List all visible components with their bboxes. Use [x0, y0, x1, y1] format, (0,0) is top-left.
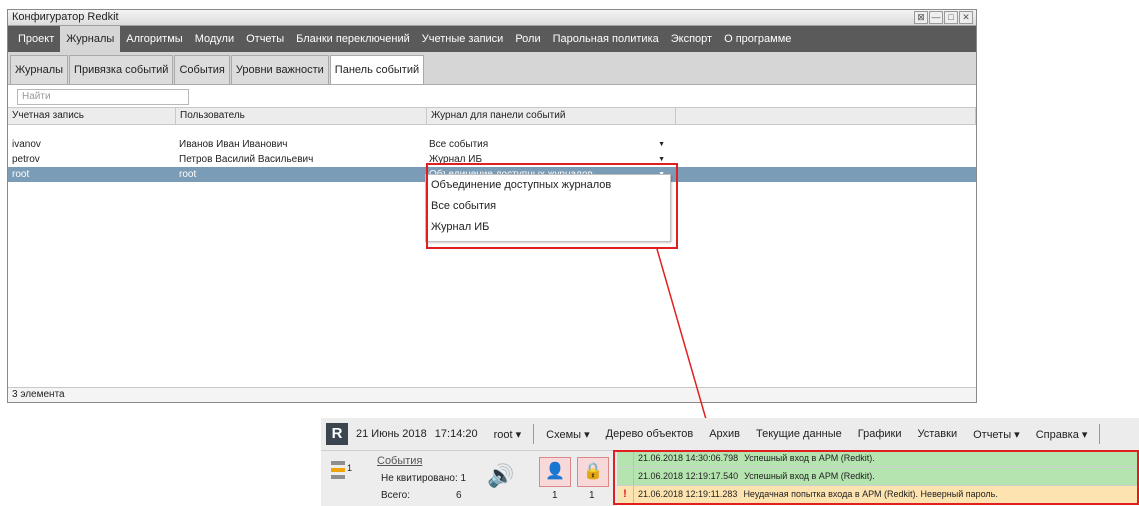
user-icon[interactable]: 👤 — [539, 457, 571, 487]
total-value: 6 — [456, 490, 462, 501]
apm-date: 21 Июнь 2018 — [356, 428, 427, 440]
unacked-count: Не квитировано: 1 — [381, 473, 467, 484]
redkit-logo: R — [326, 423, 348, 445]
btn-lock-count: 1 — [589, 490, 595, 501]
menu-archive[interactable]: Архив — [701, 428, 748, 440]
events-link[interactable]: События — [377, 455, 422, 467]
level-indicator-icon — [331, 461, 345, 482]
level-count: 1 — [347, 463, 353, 473]
menu-apm-reports[interactable]: Отчеты ▾ — [965, 428, 1028, 441]
events-highlight-box — [613, 450, 1139, 505]
separator — [1099, 424, 1101, 444]
apm-time: 17:14:20 — [434, 428, 478, 440]
btn-user-count: 1 — [552, 490, 558, 501]
menu-setpoints[interactable]: Уставки — [910, 428, 966, 440]
event-summary-panel: 1 События Не квитировано: 1 Всего: 6 🔊 👤… — [321, 451, 617, 506]
menu-help[interactable]: Справка ▾ — [1028, 428, 1096, 441]
apm-toolbar: R 21 Июнь 2018 17:14:20 root ▾ Схемы ▾ Д… — [321, 418, 1139, 451]
speaker-icon[interactable]: 🔊 — [487, 463, 514, 489]
separator — [533, 424, 535, 444]
lock-icon[interactable]: 🔒 — [577, 457, 609, 487]
menu-current-data[interactable]: Текущие данные — [748, 428, 850, 440]
apm-user-menu[interactable]: root ▾ — [486, 428, 530, 441]
total-label: Всего: — [381, 490, 410, 501]
menu-schemes[interactable]: Схемы ▾ — [538, 428, 597, 441]
menu-charts[interactable]: Графики — [850, 428, 910, 440]
menu-object-tree[interactable]: Дерево объектов — [598, 428, 702, 440]
